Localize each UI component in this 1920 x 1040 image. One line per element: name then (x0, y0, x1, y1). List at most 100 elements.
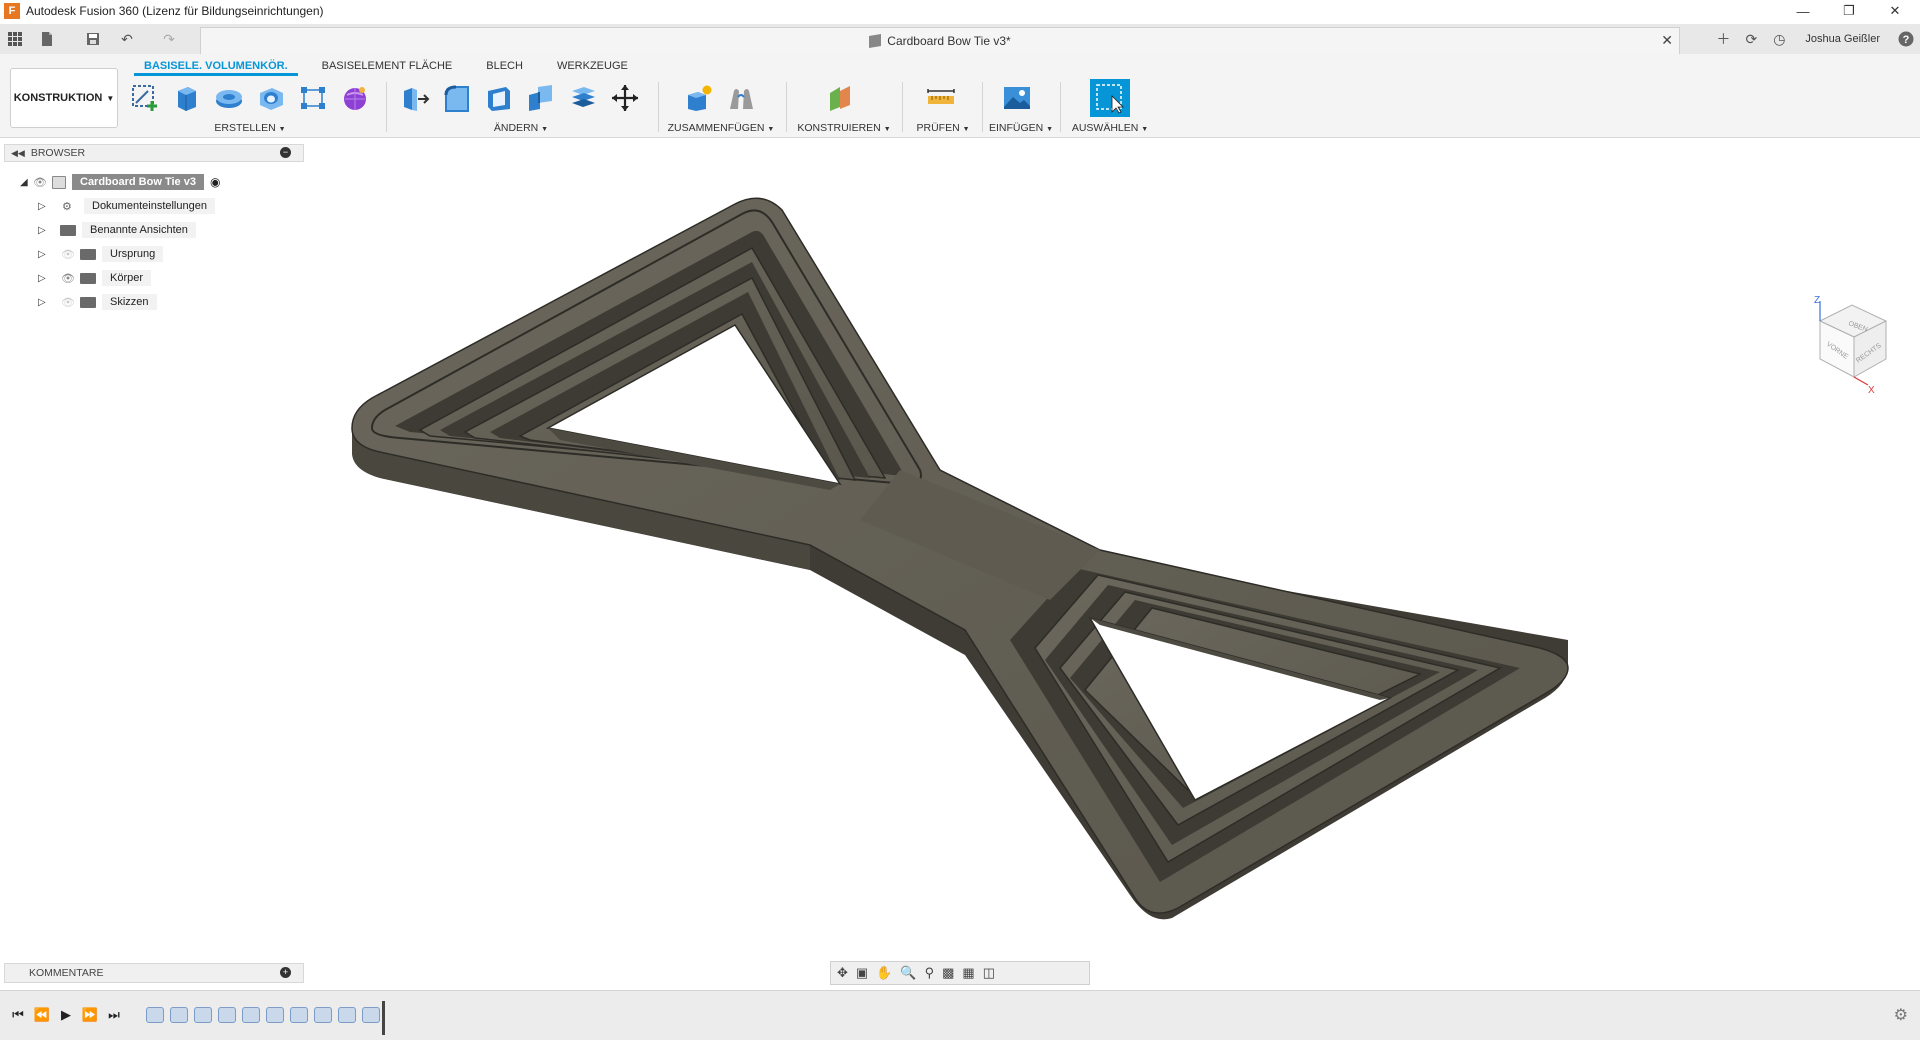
display-settings-icon[interactable]: ▩ (942, 965, 954, 981)
tree-item-dokumenteinstellungen[interactable]: ▷ ⚙ Dokumenteinstellungen (38, 196, 215, 216)
select-icon[interactable] (1090, 79, 1130, 117)
offset-face-icon[interactable] (566, 81, 600, 115)
data-panel-grid-icon[interactable] (6, 30, 24, 48)
form-create-icon[interactable] (338, 81, 372, 115)
shell-icon[interactable] (482, 81, 516, 115)
step-forward-icon[interactable]: ⏩ (80, 1005, 100, 1025)
group-label-aendern[interactable]: ÄNDERN (494, 122, 538, 134)
collapsed-triangle-icon[interactable]: ▷ (38, 273, 50, 284)
go-to-end-icon[interactable]: ⏭ (104, 1005, 124, 1025)
tree-item-label[interactable]: Körper (102, 270, 152, 286)
timeline-marker[interactable] (382, 1001, 385, 1035)
timeline-feature[interactable] (218, 1007, 236, 1023)
user-account-name[interactable]: Joshua Geißler (1793, 33, 1892, 45)
look-at-icon[interactable]: ▣ (856, 965, 868, 981)
tab-basiselement-flaeche[interactable]: BASISELEMENT FLÄCHE (312, 58, 463, 76)
tab-blech[interactable]: BLECH (476, 58, 533, 76)
view-cube[interactable]: OBEN VORNE RECHTS Z X (1800, 293, 1900, 408)
fillet-icon[interactable] (440, 81, 474, 115)
new-tab-plus-icon[interactable]: ＋ (1709, 24, 1737, 54)
collapsed-triangle-icon[interactable]: ▷ (38, 249, 50, 260)
collapsed-triangle-icon[interactable]: ▷ (38, 297, 50, 308)
move-copy-icon[interactable] (608, 81, 642, 115)
viewports-icon[interactable]: ◫ (983, 965, 995, 981)
comments-panel[interactable]: KOMMENTARE + (4, 963, 304, 983)
restore-button[interactable]: ❐ (1826, 0, 1872, 22)
redo-icon[interactable]: ↷ (160, 30, 178, 48)
joint-icon[interactable] (724, 81, 758, 115)
tree-item-ursprung[interactable]: ▷ 👁 Ursprung (38, 244, 164, 264)
timeline-feature[interactable] (338, 1007, 356, 1023)
group-label-einfuegen[interactable]: EINFÜGEN (989, 122, 1043, 134)
tree-item-label[interactable]: Skizzen (102, 294, 157, 310)
pattern-icon[interactable] (296, 81, 330, 115)
workspace-switcher[interactable]: KONSTRUKTION ▼ (10, 68, 118, 128)
tree-item-skizzen[interactable]: ▷ 👁 Skizzen (38, 292, 157, 312)
group-label-zusammenfuegen[interactable]: ZUSAMMENFÜGEN (668, 122, 765, 134)
document-tab[interactable]: Cardboard Bow Tie v3* ✕ (200, 27, 1680, 54)
timeline-settings-gear-icon[interactable]: ⚙ (1894, 1005, 1908, 1025)
tab-werkzeuge[interactable]: WERKZEUGE (547, 58, 638, 76)
timeline-feature[interactable] (314, 1007, 332, 1023)
tree-root[interactable]: ◢ 👁 Cardboard Bow Tie v3 ◉ (20, 172, 220, 192)
step-back-icon[interactable]: ⏪ (32, 1005, 52, 1025)
hole-icon[interactable] (254, 81, 288, 115)
activate-radio-icon[interactable]: ◉ (210, 175, 220, 189)
press-pull-icon[interactable] (398, 81, 432, 115)
minimize-button[interactable]: — (1780, 0, 1826, 22)
extrude-icon[interactable] (170, 81, 204, 115)
save-icon[interactable] (84, 30, 102, 48)
fit-view-icon[interactable]: ⚲ (925, 965, 935, 981)
tab-basiselement-volumenkoerper[interactable]: BASISELE. VOLUMENKÖR. (134, 58, 298, 76)
job-status-icon[interactable]: ⟳ (1737, 24, 1765, 54)
timeline-feature[interactable] (170, 1007, 188, 1023)
tree-item-benannte-ansichten[interactable]: ▷ Benannte Ansichten (38, 220, 196, 240)
help-icon[interactable]: ? (1892, 24, 1920, 54)
visibility-eye-icon[interactable]: 👁 (32, 177, 48, 189)
visibility-eye-off-icon[interactable]: 👁 (60, 297, 76, 309)
pan-hand-icon[interactable]: ✋ (876, 965, 892, 981)
root-component-label[interactable]: Cardboard Bow Tie v3 (72, 174, 204, 190)
play-icon[interactable]: ▶ (56, 1005, 76, 1025)
undo-icon[interactable]: ↶ (118, 30, 136, 48)
expanded-triangle-icon[interactable]: ◢ (20, 177, 32, 188)
browser-pin-icon[interactable]: − (280, 147, 291, 158)
timeline-feature[interactable] (290, 1007, 308, 1023)
bow-tie-model[interactable] (0, 138, 1920, 988)
insert-image-icon[interactable] (1000, 81, 1034, 115)
close-window-button[interactable]: ✕ (1872, 0, 1918, 22)
collapsed-triangle-icon[interactable]: ▷ (38, 225, 50, 236)
visibility-eye-off-icon[interactable]: 👁 (60, 249, 76, 261)
tree-item-label[interactable]: Benannte Ansichten (82, 222, 196, 238)
measure-icon[interactable] (924, 81, 958, 115)
go-to-start-icon[interactable]: ⏮ (8, 1005, 28, 1025)
offset-plane-icon[interactable] (824, 81, 858, 115)
combine-icon[interactable] (524, 81, 558, 115)
timeline-feature[interactable] (362, 1007, 380, 1023)
visibility-eye-icon[interactable]: 👁 (60, 273, 76, 285)
timeline-feature[interactable] (146, 1007, 164, 1023)
notifications-clock-icon[interactable]: ◷ (1765, 24, 1793, 54)
tree-item-label[interactable]: Ursprung (102, 246, 164, 262)
add-comment-icon[interactable]: + (280, 967, 291, 978)
timeline-feature[interactable] (242, 1007, 260, 1023)
canvas-viewport[interactable]: OBEN VORNE RECHTS Z X (0, 138, 1920, 988)
close-tab-icon[interactable]: ✕ (1661, 32, 1673, 49)
orbit-icon[interactable]: ✥ (837, 965, 848, 981)
collapsed-triangle-icon[interactable]: ▷ (38, 201, 50, 212)
group-label-auswaehlen[interactable]: AUSWÄHLEN (1072, 122, 1139, 134)
group-label-pruefen[interactable]: PRÜFEN (916, 122, 959, 134)
timeline-feature[interactable] (194, 1007, 212, 1023)
file-menu-icon[interactable] (38, 30, 56, 48)
zoom-icon[interactable]: 🔍 (900, 965, 916, 981)
tree-item-koerper[interactable]: ▷ 👁 Körper (38, 268, 152, 288)
tree-item-label[interactable]: Dokumenteinstellungen (84, 198, 215, 214)
create-sketch-icon[interactable] (128, 81, 162, 115)
collapse-panel-icon[interactable]: ◀◀ (11, 148, 25, 159)
timeline-feature[interactable] (266, 1007, 284, 1023)
new-component-icon[interactable] (682, 81, 716, 115)
revolve-icon[interactable] (212, 81, 246, 115)
group-label-konstruieren[interactable]: KONSTRUIEREN (797, 122, 880, 134)
grid-settings-icon[interactable]: ▦ (962, 965, 974, 981)
group-label-erstellen[interactable]: ERSTELLEN (214, 122, 275, 134)
